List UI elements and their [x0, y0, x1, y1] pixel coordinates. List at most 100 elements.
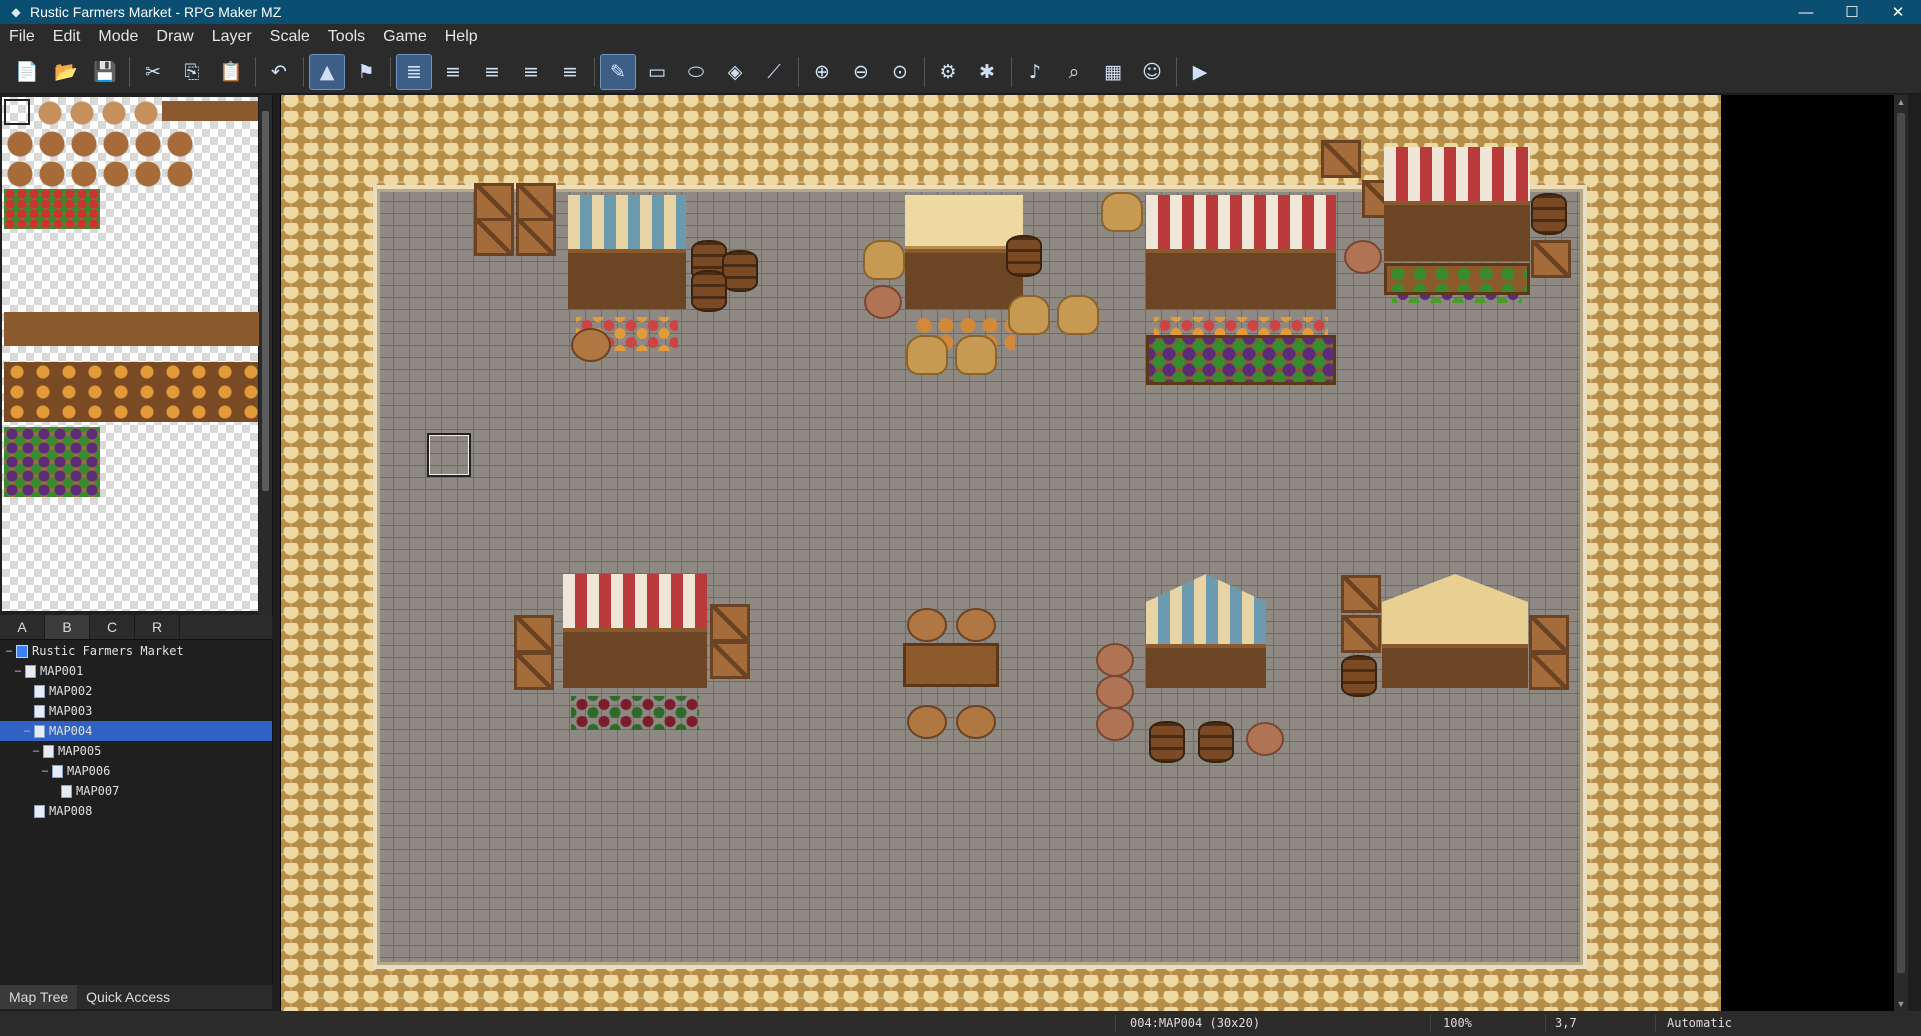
- menu-mode[interactable]: Mode: [89, 24, 147, 50]
- layer-3-button[interactable]: ≡: [514, 55, 548, 89]
- tree-item-label: MAP007: [76, 784, 120, 798]
- cut-button[interactable]: ✂: [136, 55, 170, 89]
- cut-icon: ✂: [145, 60, 161, 83]
- tileset-grid[interactable]: [2, 97, 260, 611]
- sack: [863, 240, 905, 280]
- menu-help[interactable]: Help: [436, 24, 487, 50]
- menu-file[interactable]: File: [0, 24, 44, 50]
- layer-auto-button[interactable]: ≣: [396, 53, 432, 90]
- clay-pot: [1096, 675, 1134, 709]
- menu-scale[interactable]: Scale: [261, 24, 319, 50]
- stall-awning: [568, 195, 686, 249]
- stool: [571, 328, 611, 362]
- tree-item-label: MAP003: [49, 704, 93, 718]
- sound-test-button[interactable]: ♪: [1018, 55, 1052, 89]
- tree-item-label: MAP006: [67, 764, 111, 778]
- event-mode-button[interactable]: ⚑: [349, 55, 383, 89]
- menu-edit[interactable]: Edit: [44, 24, 90, 50]
- app-icon: ◆: [11, 5, 21, 19]
- sack: [906, 335, 948, 375]
- plugin-manager-button[interactable]: ✱: [970, 55, 1004, 89]
- tab-c[interactable]: C: [90, 615, 135, 639]
- minimize-button[interactable]: —: [1783, 0, 1829, 24]
- character-generator-button[interactable]: ☺: [1135, 55, 1169, 89]
- zoom-out-button[interactable]: ⊖: [844, 55, 878, 89]
- stall-awning: [1146, 195, 1336, 249]
- tab-b[interactable]: B: [45, 615, 90, 639]
- crate: [1341, 615, 1381, 653]
- zoom-actual-button[interactable]: ⊙: [883, 55, 917, 89]
- resource-manager-button[interactable]: ▦: [1096, 55, 1130, 89]
- menu-tools[interactable]: Tools: [319, 24, 374, 50]
- ellipse-button[interactable]: ⬭: [679, 55, 713, 89]
- fill-button[interactable]: ◈: [718, 55, 752, 89]
- zoom-in-button[interactable]: ⊕: [805, 55, 839, 89]
- layer-1-button[interactable]: ≡: [436, 55, 470, 89]
- tree-item-map001[interactable]: − MAP001: [0, 661, 272, 681]
- tree-item-map008[interactable]: MAP008: [0, 801, 272, 821]
- save-project-button[interactable]: 💾: [88, 55, 122, 89]
- collapse-icon[interactable]: −: [4, 641, 14, 661]
- tree-item-map002[interactable]: MAP002: [0, 681, 272, 701]
- map-icon: [34, 804, 45, 818]
- tree-item-label: Rustic Farmers Market: [32, 644, 184, 658]
- vegetable-crates: [1384, 263, 1530, 295]
- tree-item-label: MAP008: [49, 804, 93, 818]
- shadow-pen-button[interactable]: ⟋: [757, 55, 791, 89]
- clay-pot: [1096, 707, 1134, 741]
- tree-item-map003[interactable]: MAP003: [0, 701, 272, 721]
- tree-item-map005[interactable]: − MAP005: [0, 741, 272, 761]
- database-button[interactable]: ⚙: [931, 55, 965, 89]
- crate: [1531, 240, 1571, 278]
- undo-button[interactable]: ↶: [262, 55, 296, 89]
- barrel: [1531, 193, 1567, 235]
- map-canvas[interactable]: [281, 95, 1721, 1011]
- pencil-button[interactable]: ✎: [600, 53, 636, 90]
- collapse-icon[interactable]: −: [31, 741, 41, 761]
- sack: [1057, 295, 1099, 335]
- tree-item-map007[interactable]: MAP007: [0, 781, 272, 801]
- tile-market-crates: [4, 427, 100, 497]
- tile-selection-cursor: [4, 99, 30, 125]
- open-project-icon: 📂: [54, 61, 78, 83]
- layer-auto-icon: ≣: [406, 60, 422, 83]
- tab-a[interactable]: A: [0, 615, 45, 639]
- playtest-button[interactable]: ▶: [1183, 55, 1217, 89]
- close-button[interactable]: ✕: [1875, 0, 1921, 24]
- copy-button[interactable]: ⎘: [175, 55, 209, 89]
- menu-layer[interactable]: Layer: [203, 24, 261, 50]
- rectangle-button[interactable]: ▭: [640, 55, 674, 89]
- new-project-button[interactable]: 📄: [10, 55, 44, 89]
- layer-4-button[interactable]: ≡: [553, 55, 587, 89]
- ellipse-icon: ⬭: [687, 60, 705, 83]
- tab-quick-access[interactable]: Quick Access: [77, 985, 179, 1009]
- menu-game[interactable]: Game: [374, 24, 436, 50]
- toolbar-separator: [390, 56, 391, 87]
- tree-item-project[interactable]: − Rustic Farmers Market: [0, 641, 272, 661]
- scroll-down-icon[interactable]: ▼: [1894, 997, 1908, 1011]
- menu-draw[interactable]: Draw: [147, 24, 202, 50]
- tab-map-tree[interactable]: Map Tree: [0, 985, 78, 1009]
- maximize-button[interactable]: ☐: [1829, 0, 1875, 24]
- tree-item-label: MAP001: [40, 664, 84, 678]
- collapse-icon[interactable]: −: [13, 661, 23, 681]
- tree-item-map006[interactable]: − MAP006: [0, 761, 272, 781]
- map-view[interactable]: ▲ ▼: [280, 95, 1908, 1011]
- open-project-button[interactable]: 📂: [49, 55, 83, 89]
- crate: [1341, 575, 1381, 613]
- tab-r[interactable]: R: [135, 615, 180, 639]
- collapse-icon[interactable]: −: [22, 721, 32, 741]
- zoom-in-icon: ⊕: [814, 60, 830, 83]
- event-searcher-button[interactable]: ⌕: [1057, 55, 1091, 89]
- collapse-icon[interactable]: −: [40, 761, 50, 781]
- scroll-up-icon[interactable]: ▲: [1894, 95, 1908, 109]
- map-scrollbar[interactable]: ▲ ▼: [1894, 95, 1908, 1011]
- paste-button[interactable]: 📋: [214, 55, 248, 89]
- shadow-pen-icon: ⟋: [767, 60, 781, 83]
- map-mode-button[interactable]: ▲: [309, 53, 345, 90]
- tree-item-map004[interactable]: − MAP004: [0, 721, 272, 741]
- layer-2-button[interactable]: ≡: [475, 55, 509, 89]
- map-cursor: [427, 433, 471, 477]
- tileset-scrollbar[interactable]: [259, 95, 272, 615]
- tileset-palette[interactable]: [0, 95, 273, 615]
